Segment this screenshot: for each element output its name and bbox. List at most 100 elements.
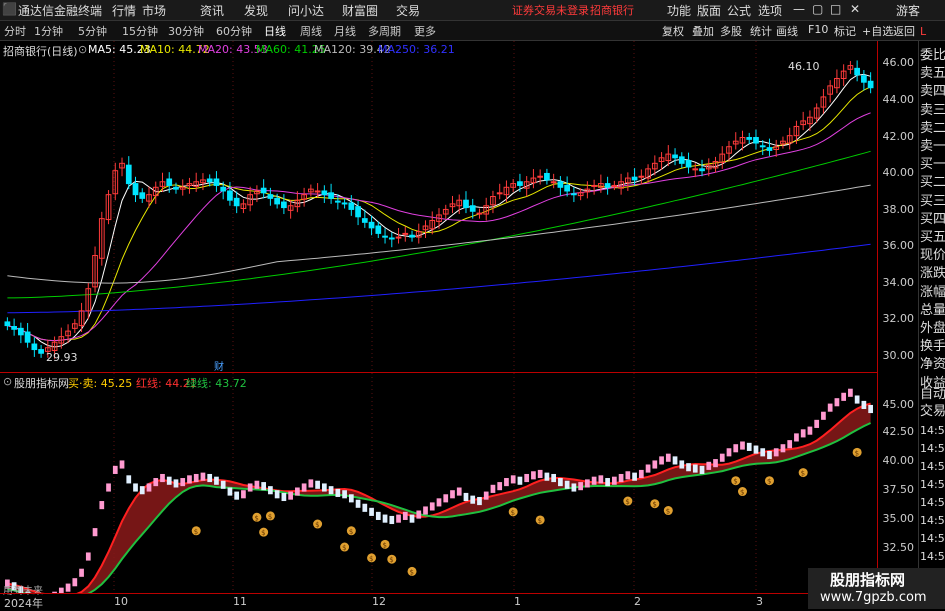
indicator-bar (274, 490, 280, 499)
tool-back[interactable]: 返回 (893, 23, 915, 39)
indicator-bar (821, 411, 826, 420)
tab-60min[interactable]: 60分钟 (216, 23, 252, 39)
indicator-bar (773, 448, 779, 457)
side-panel-item[interactable]: 交易 (920, 403, 945, 420)
tab-multi-period[interactable]: 多周期 (368, 23, 401, 39)
close-icon[interactable]: ✕ (850, 2, 860, 16)
menu-item-market[interactable]: 市场 (142, 2, 166, 19)
menu-item-quotes[interactable]: 行情 (112, 2, 136, 19)
side-panel-item[interactable]: 卖一 (920, 138, 945, 155)
side-panel-item[interactable]: 14:56 (920, 422, 945, 439)
side-panel-item[interactable]: 14:56 (920, 548, 945, 565)
tab-15min[interactable]: 15分钟 (122, 23, 158, 39)
side-panel-item[interactable]: 总量 (920, 302, 945, 319)
tool-mark[interactable]: 标记 (834, 23, 856, 39)
money-bag-icon-glyph: $ (389, 556, 393, 564)
tool-add-watchlist[interactable]: +自选 (862, 23, 893, 39)
menu-item-options[interactable]: 选项 (758, 2, 782, 19)
indicator-bar (106, 483, 111, 492)
side-panel-item[interactable]: 卖四 (920, 83, 945, 100)
candle-body (321, 190, 328, 196)
side-panel-item[interactable]: 卖五 (920, 65, 945, 82)
watermark-line2: www.7gpzb.com (820, 590, 927, 605)
side-panel-item[interactable]: 14:56 (920, 512, 945, 529)
side-panel-item[interactable]: 买四 (920, 211, 945, 228)
menu-item-ask[interactable]: 问小达 (288, 2, 324, 19)
candle-body (604, 183, 611, 188)
menu-item-discover[interactable]: 发现 (244, 2, 268, 19)
x-tick: 11 (233, 595, 247, 608)
minimize-icon[interactable]: — (793, 2, 805, 16)
money-bag-icon-glyph: $ (666, 508, 670, 516)
tab-weekly[interactable]: 周线 (300, 23, 322, 39)
tab-more[interactable]: 更多 (414, 23, 436, 39)
tool-stats[interactable]: 统计 (750, 23, 772, 39)
user-label[interactable]: 游客 (896, 2, 920, 19)
kline-chart[interactable]: $$$$$$$$$$$$$$$$$$$$$$$ (0, 41, 877, 593)
menu-item-wealth[interactable]: 财富圈 (342, 2, 378, 19)
indicator-bar (85, 552, 91, 561)
tool-adjust[interactable]: 复权 (662, 23, 684, 39)
side-panel-item[interactable]: 14:56 (920, 494, 945, 511)
side-panel-item[interactable]: 14:56 (920, 440, 945, 457)
indicator-bar (375, 511, 381, 520)
menu-item-function[interactable]: 功能 (667, 2, 691, 19)
candle-body (361, 218, 368, 223)
side-panel-item[interactable]: 换手 (920, 338, 945, 355)
candle-body (382, 235, 388, 238)
tab-1min[interactable]: 1分钟 (34, 23, 63, 39)
tool-multi-stock[interactable]: 多股 (720, 23, 742, 39)
quote-side-panel[interactable]: L 委比 卖五 卖四 卖三 卖二 卖一 买一 买二 买三 买四 买五 现价 涨跌 涨幅 总量 外盘 换手 净资 收益… (918, 25, 945, 593)
tab-timeshare[interactable]: 分时 (4, 23, 26, 39)
tab-30min[interactable]: 30分钟 (168, 23, 204, 39)
side-panel-item[interactable]: 涨跌 (920, 265, 945, 282)
menu-item-formula[interactable]: 公式 (727, 2, 751, 19)
side-panel-item[interactable]: 14:56 (920, 458, 945, 475)
side-panel-item[interactable]: 买三 (920, 193, 945, 210)
indicator-bar (416, 510, 422, 519)
side-panel-item[interactable]: 净资 (920, 356, 945, 373)
tab-monthly[interactable]: 月线 (334, 23, 356, 39)
indicator-bar (193, 473, 199, 483)
side-panel-item[interactable]: 14:56 (920, 476, 945, 493)
candle-body (139, 192, 146, 199)
menu-item-news[interactable]: 资讯 (200, 2, 224, 19)
indicator-bar (558, 478, 563, 487)
side-panel-item[interactable]: 卖三 (920, 102, 945, 119)
login-notice[interactable]: 证券交易未登录 (512, 2, 589, 18)
indicator-bar (254, 480, 260, 489)
side-panel-item[interactable]: 现价 (920, 247, 945, 264)
indicator-bar (585, 479, 590, 488)
tool-draw[interactable]: 画线 (776, 23, 798, 39)
side-panel-item[interactable]: 涨幅 (920, 284, 945, 301)
menu-item-trade[interactable]: 交易 (396, 2, 420, 19)
indicator-bar (389, 515, 395, 525)
side-panel-item[interactable]: 委比 (920, 47, 945, 64)
restore-icon[interactable]: ▢ (812, 2, 823, 16)
x-tick: 3 (756, 595, 763, 608)
tab-daily[interactable]: 日线 (264, 23, 286, 39)
side-panel-item[interactable]: 买二 (920, 174, 945, 191)
candle-body (166, 178, 173, 186)
indicator-settings-icon[interactable]: ⊙ (3, 375, 12, 388)
tab-5min[interactable]: 5分钟 (78, 23, 107, 39)
side-panel-item[interactable]: 卖二 (920, 120, 945, 137)
side-panel-item[interactable]: 外盘 (920, 320, 945, 337)
indicator-bar (753, 445, 759, 454)
tool-f10[interactable]: F10 (808, 23, 828, 36)
finance-event-marker[interactable]: 财 (214, 358, 224, 373)
side-panel-item[interactable]: 买一 (920, 156, 945, 173)
side-panel-item[interactable]: 自动 (920, 386, 945, 403)
ma-settings-icon[interactable]: ⊙ (78, 43, 87, 56)
side-panel-item[interactable]: 买五 (920, 229, 945, 246)
maximize-icon[interactable]: □ (830, 2, 841, 16)
candle-body (550, 181, 557, 184)
menu-item-layout[interactable]: 版面 (697, 2, 721, 19)
tool-overlay[interactable]: 叠加 (692, 23, 714, 39)
indicator-title: 股朋指标网 (14, 377, 69, 390)
indicator-bar (605, 478, 610, 487)
money-bag-icon-glyph: $ (261, 529, 265, 537)
candle-body (854, 67, 860, 76)
candle-body (4, 321, 11, 327)
side-panel-item[interactable]: 14:56 (920, 530, 945, 547)
